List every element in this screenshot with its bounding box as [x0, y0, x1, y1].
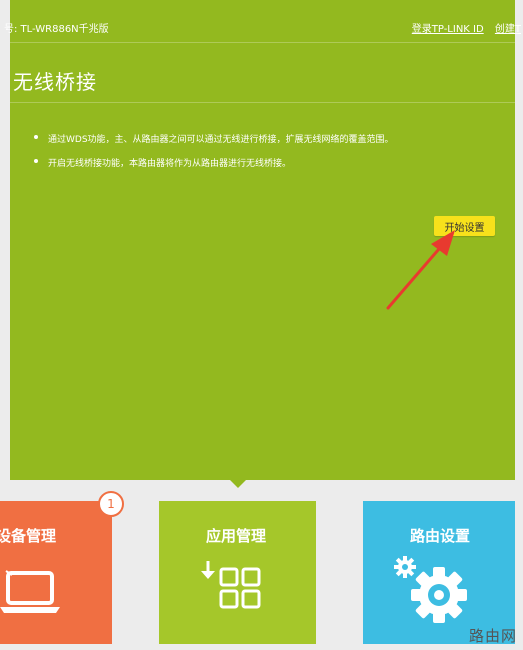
page-title: 无线桥接 [13, 70, 97, 94]
wireless-bridge-panel: 号: TL-WR886N千兆版 登录TP-LINK ID 创建T 无线桥接 通过… [4, 0, 521, 480]
apps-grid-icon [201, 561, 261, 609]
top-bar: 号: TL-WR886N千兆版 登录TP-LINK ID 创建T [4, 0, 521, 43]
title-divider [10, 102, 515, 103]
create-id-link[interactable]: 创建T [495, 24, 521, 35]
notification-badge: 1 [98, 491, 124, 517]
active-indicator-notch [230, 480, 246, 488]
header-links: 登录TP-LINK ID 创建T [404, 20, 521, 35]
description-list: 通过WDS功能，主、从路由器之间可以通过无线进行桥接，扩展无线网络的覆盖范围。 … [34, 132, 394, 180]
device-management-label: 设备管理 [0, 527, 57, 545]
description-item: 开启无线桥接功能，本路由器将作为从路由器进行无线桥接。 [34, 156, 394, 169]
router-settings-label: 路由设置 [410, 527, 471, 545]
router-settings-tile[interactable]: 路由设置 [363, 501, 515, 644]
watermark: 路由网 [468, 627, 517, 645]
annotation-arrow-icon [386, 230, 455, 310]
device-management-tile[interactable]: 设备管理 [0, 501, 112, 644]
app-management-label: 应用管理 [206, 527, 267, 545]
login-tplink-id-link[interactable]: 登录TP-LINK ID [412, 24, 484, 35]
app-management-tile[interactable]: 应用管理 [159, 501, 316, 644]
description-item: 通过WDS功能，主、从路由器之间可以通过无线进行桥接，扩展无线网络的覆盖范围。 [34, 132, 394, 145]
gear-icon [394, 556, 467, 623]
model-label: 号: TL-WR886N千兆版 [4, 24, 109, 35]
laptop-icon [0, 570, 60, 613]
